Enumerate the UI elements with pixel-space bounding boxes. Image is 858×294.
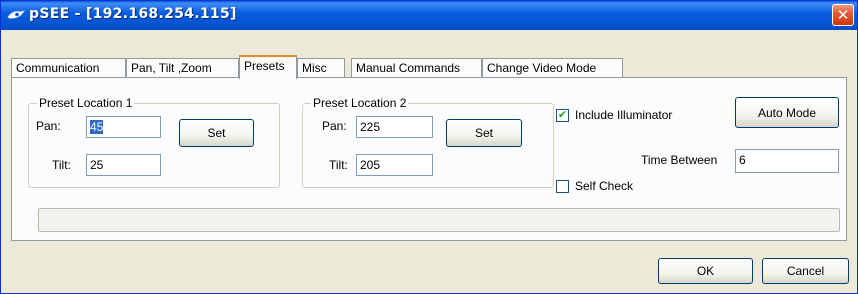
self-check-checkbox[interactable] bbox=[556, 180, 569, 193]
include-illuminator-label: Include Illuminator bbox=[575, 108, 673, 122]
time-between-label: Time Between bbox=[641, 153, 718, 167]
close-button[interactable]: ✕ bbox=[832, 4, 854, 26]
tab-presets[interactable]: Presets bbox=[239, 55, 297, 79]
preset-location-2-title: Preset Location 2 bbox=[311, 96, 409, 110]
ok-button[interactable]: OK bbox=[658, 258, 753, 284]
auto-mode-button[interactable]: Auto Mode bbox=[735, 97, 839, 128]
preset-location-1-title: Preset Location 1 bbox=[37, 96, 135, 110]
tab-manual-commands[interactable]: Manual Commands bbox=[351, 58, 482, 78]
dialog-window: pSEE - [192.168.254.115] ✕ Communication… bbox=[0, 0, 858, 294]
tab-communication[interactable]: Communication bbox=[11, 58, 126, 78]
tab-pan-tilt-zoom[interactable]: Pan, Tilt ,Zoom bbox=[126, 58, 239, 78]
self-check-label: Self Check bbox=[575, 179, 634, 193]
pan-input-1[interactable]: 45 bbox=[86, 116, 161, 138]
tilt-input-1[interactable]: 25 bbox=[86, 154, 161, 176]
include-illuminator-checkbox[interactable]: ✔ bbox=[556, 109, 569, 122]
set-button-2[interactable]: Set bbox=[446, 119, 522, 147]
close-icon: ✕ bbox=[836, 5, 850, 24]
set-button-1[interactable]: Set bbox=[179, 119, 254, 147]
tab-change-video-mode[interactable]: Change Video Mode bbox=[482, 58, 623, 78]
pan-label-2: Pan: bbox=[322, 119, 347, 133]
tilt-label-2: Tilt: bbox=[329, 158, 348, 172]
progress-bar bbox=[38, 208, 840, 232]
tilt-label-1: Tilt: bbox=[52, 158, 71, 172]
presets-panel: Preset Location 1 Pan: 45 Tilt: 25 Set P… bbox=[11, 77, 847, 241]
window-title: pSEE - [192.168.254.115] bbox=[29, 6, 237, 22]
pan-input-2[interactable]: 225 bbox=[356, 116, 433, 138]
pan-label-1: Pan: bbox=[36, 119, 61, 133]
cancel-button[interactable]: Cancel bbox=[762, 258, 849, 284]
title-bar[interactable]: pSEE - [192.168.254.115] ✕ bbox=[1, 1, 857, 30]
tilt-input-2[interactable]: 205 bbox=[356, 154, 433, 176]
tab-misc[interactable]: Misc bbox=[297, 58, 345, 78]
time-between-input[interactable]: 6 bbox=[735, 149, 839, 173]
app-eye-icon bbox=[7, 10, 25, 19]
